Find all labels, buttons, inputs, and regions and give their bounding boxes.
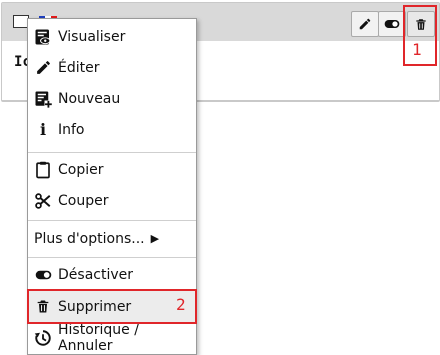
- new-icon: [34, 90, 52, 108]
- annotation-number-1: 1: [412, 40, 422, 59]
- menu-separator: [28, 152, 196, 153]
- menu-item-copier[interactable]: Copier: [28, 154, 196, 185]
- scissors-icon: [34, 192, 52, 210]
- menu-item-info[interactable]: i Info: [28, 114, 196, 145]
- menu-item-label: Visualiser: [58, 28, 126, 45]
- menu-item-desactiver[interactable]: Désactiver: [28, 259, 196, 290]
- annotation-box-2: [27, 289, 197, 324]
- view-icon: [34, 28, 52, 46]
- menu-item-label: Copier: [58, 161, 104, 178]
- menu-item-plus-options[interactable]: Plus d'options... ▶: [28, 223, 196, 254]
- menu-item-label: Éditer: [58, 59, 100, 76]
- menu-separator: [28, 257, 196, 258]
- chevron-right-icon: ▶: [150, 232, 160, 245]
- pencil-icon: [359, 18, 371, 30]
- clipboard-icon: [34, 161, 52, 179]
- menu-item-label: Info: [58, 121, 85, 138]
- menu-separator: [28, 220, 196, 221]
- menu-item-historique[interactable]: Historique / Annuler: [28, 321, 196, 354]
- annotation-number-2: 2: [176, 295, 186, 314]
- menu-item-label: Plus d'options...: [34, 230, 145, 247]
- menu-item-label: Historique / Annuler: [58, 321, 139, 354]
- menu-item-label: Désactiver: [58, 266, 133, 283]
- menu-item-visualiser[interactable]: Visualiser: [28, 21, 196, 52]
- toggle-icon: [384, 20, 400, 28]
- menu-item-label: Nouveau: [58, 90, 121, 107]
- toggle-button[interactable]: [378, 11, 406, 37]
- info-icon: i: [39, 120, 47, 139]
- toggle-icon: [34, 266, 52, 284]
- pencil-icon: [34, 59, 52, 77]
- history-icon: [34, 329, 52, 347]
- edit-button[interactable]: [351, 11, 379, 37]
- menu-item-editer[interactable]: Éditer: [28, 52, 196, 83]
- menu-item-couper[interactable]: Couper: [28, 185, 196, 216]
- menu-item-label: Couper: [58, 192, 109, 209]
- menu-item-nouveau[interactable]: Nouveau: [28, 83, 196, 114]
